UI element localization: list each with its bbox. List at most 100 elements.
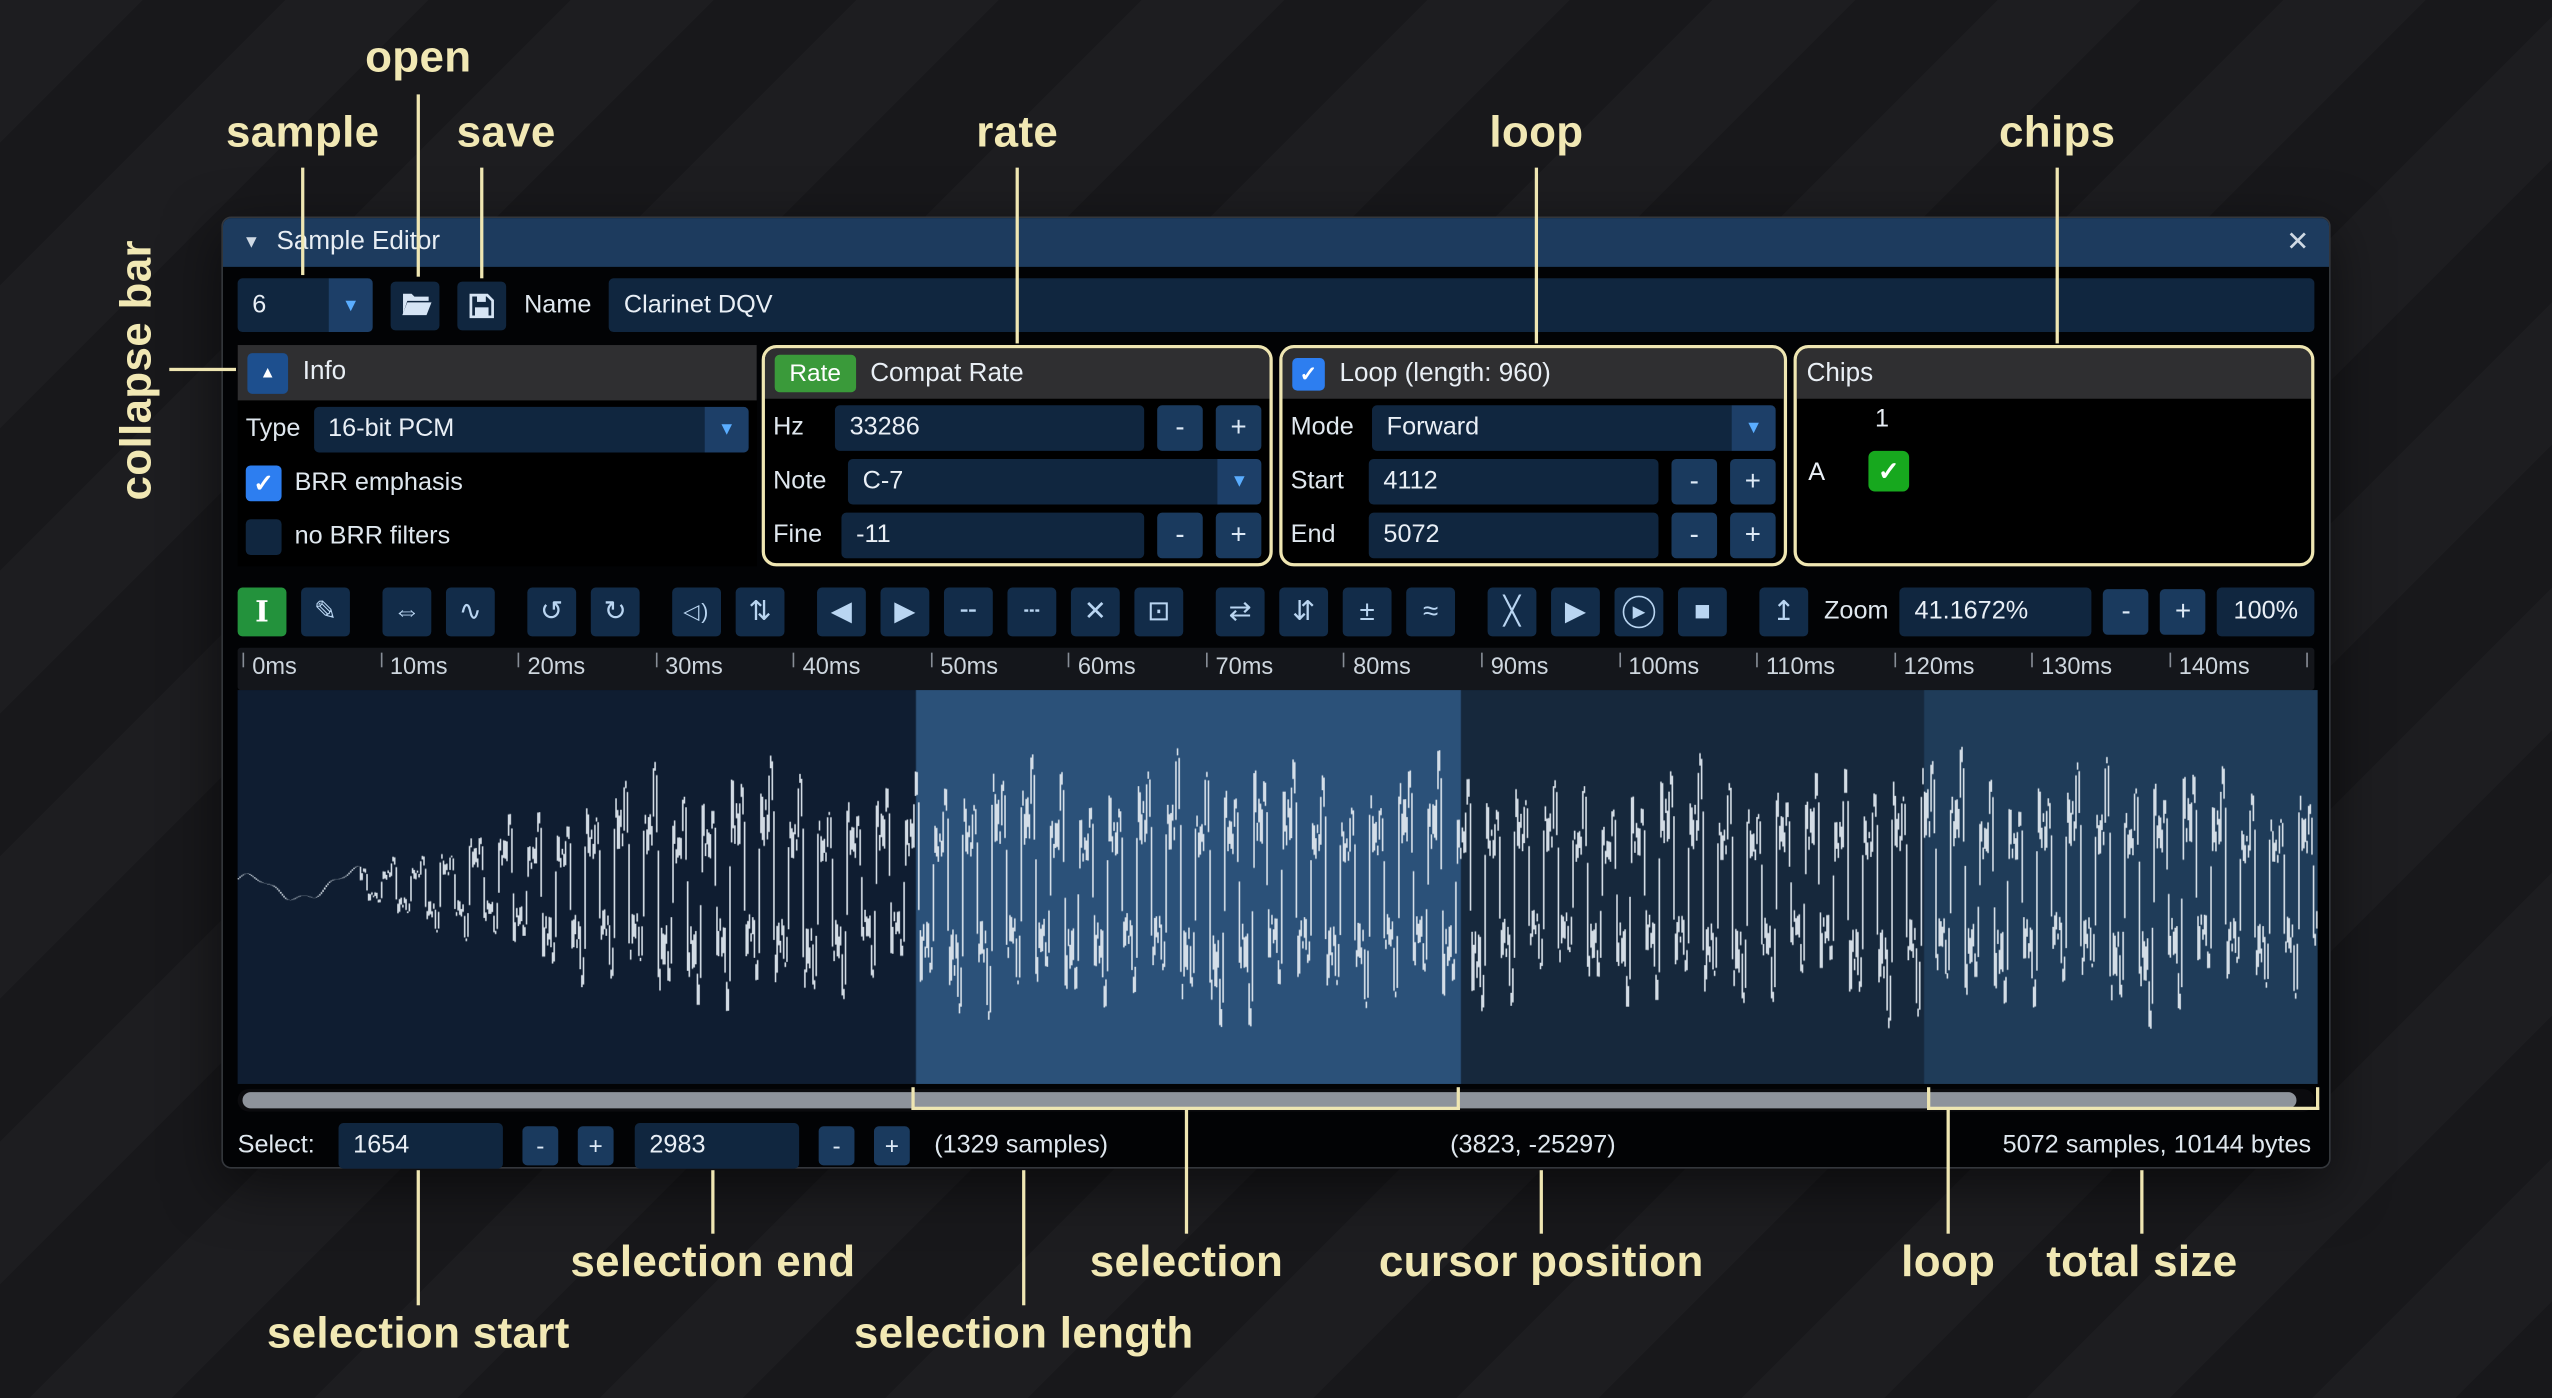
insert-silence-button[interactable]: ╌ xyxy=(944,588,993,637)
zoom-value: 41.1672% xyxy=(1915,597,2029,626)
note-value: C-7 xyxy=(863,467,904,496)
fade-in-button[interactable]: ◀ xyxy=(817,588,866,637)
undo-button[interactable]: ↺ xyxy=(527,588,576,637)
status-bar: Select: 1654 - + 2983 - + (1329 samples)… xyxy=(238,1121,2315,1170)
loop-end-minus-button[interactable]: - xyxy=(1671,513,1717,559)
save-button[interactable] xyxy=(457,281,506,330)
resample-button[interactable]: ∿ xyxy=(446,588,495,637)
chevron-down-icon[interactable]: ▼ xyxy=(329,278,373,332)
name-label: Name xyxy=(524,291,591,320)
no-brr-filters-checkbox[interactable] xyxy=(246,519,282,555)
chevron-down-icon[interactable]: ▼ xyxy=(1217,459,1261,505)
waveform-canvas[interactable] xyxy=(238,690,2318,1084)
close-icon[interactable]: ✕ xyxy=(2286,226,2309,259)
selection-start-input[interactable]: 1654 xyxy=(339,1123,503,1169)
timeline-ruler[interactable]: 0ms10ms20ms30ms40ms50ms60ms70ms80ms90ms1… xyxy=(238,648,2315,690)
trim-button[interactable]: ⊡ xyxy=(1134,588,1183,637)
check-icon: ✓ xyxy=(1878,455,1900,488)
stop-preview-button[interactable]: ■ xyxy=(1678,588,1727,637)
preview-selection-icon: ▶ xyxy=(1623,596,1656,629)
crossfade-icon: ╳ xyxy=(1504,596,1521,629)
loop-end-plus-button[interactable]: + xyxy=(1730,513,1776,559)
annotation-selection-length: selection length xyxy=(845,1309,1203,1359)
note-dropdown[interactable]: C-7 ▼ xyxy=(848,459,1261,505)
signed-unsigned-button[interactable]: ± xyxy=(1343,588,1392,637)
amplify-button[interactable]: ◁) xyxy=(672,588,721,637)
crossfade-button[interactable]: ╳ xyxy=(1488,588,1537,637)
titlebar[interactable]: ▼ Sample Editor ✕ xyxy=(223,218,2329,267)
sample-editor-window: ▼ Sample Editor ✕ 6 ▼ xyxy=(221,216,2330,1168)
hz-minus-button[interactable]: - xyxy=(1157,405,1203,451)
redo-button[interactable]: ↻ xyxy=(591,588,640,637)
selection-start-plus-button[interactable]: + xyxy=(578,1126,614,1165)
preview-selection-button[interactable]: ▶ xyxy=(1615,588,1664,637)
open-button[interactable] xyxy=(391,281,440,330)
loop-start-plus-button[interactable]: + xyxy=(1730,459,1776,505)
loop-start-label: Start xyxy=(1291,467,1356,496)
chip-enable-checkbox[interactable]: ✓ xyxy=(1868,451,1909,492)
fine-plus-button[interactable]: + xyxy=(1216,513,1262,559)
sample-number-dropdown[interactable]: 6 ▼ xyxy=(238,278,373,332)
loop-enable-checkbox[interactable]: ✓ xyxy=(1292,357,1325,390)
chips-header-label: Chips xyxy=(1807,359,1874,388)
apply-filter-button[interactable]: ≈ xyxy=(1406,588,1455,637)
zoom-minus-button[interactable]: - xyxy=(2103,589,2149,635)
amplify-icon: ◁) xyxy=(683,599,710,625)
timeline-tick: 150 xyxy=(2307,648,2315,690)
brr-emphasis-checkbox[interactable]: ✓ xyxy=(246,465,282,501)
fade-out-button[interactable]: ▶ xyxy=(881,588,930,637)
edit-draw-icon: ✎ xyxy=(314,596,337,629)
annotation-total-size: total size xyxy=(1963,1237,2321,1287)
loop-header: ✓ Loop (length: 960) xyxy=(1283,348,1784,398)
timeline-tick: 50ms xyxy=(931,648,998,690)
loop-start-minus-button[interactable]: - xyxy=(1671,459,1717,505)
normalize-button[interactable]: ⇅ xyxy=(736,588,785,637)
chips-panel: Chips 1 A ✓ xyxy=(1794,345,2315,566)
loop-start-input[interactable]: 4112 xyxy=(1369,459,1659,505)
check-icon: ✓ xyxy=(1300,361,1318,387)
delete-button[interactable]: ✕ xyxy=(1071,588,1120,637)
annotation-line-chips xyxy=(2056,168,2059,344)
timeline-tick: 110ms xyxy=(1756,648,1835,690)
selection-start-minus-button[interactable]: - xyxy=(522,1126,558,1165)
invert-button[interactable]: ⇵ xyxy=(1279,588,1328,637)
zoom-plus-button[interactable]: + xyxy=(2160,589,2206,635)
loop-bracket-stem xyxy=(1947,1108,1950,1233)
upload-to-chip-icon: ↥ xyxy=(1772,596,1795,629)
selection-end-input[interactable]: 2983 xyxy=(635,1123,799,1169)
zoom-reset-button[interactable]: 100% xyxy=(2217,588,2314,637)
total-size-text: 5072 samples, 10144 bytes xyxy=(2003,1121,2312,1170)
timeline-tick: 10ms xyxy=(380,648,447,690)
upload-to-chip-button[interactable]: ↥ xyxy=(1759,588,1808,637)
annotation-rate: rate xyxy=(920,107,1115,157)
annotation-line-rate xyxy=(1016,168,1019,344)
selection-end-plus-button[interactable]: + xyxy=(874,1126,910,1165)
collapse-bar-button[interactable]: ▲ xyxy=(247,352,288,393)
redo-icon: ↻ xyxy=(604,596,627,629)
info-header-label: Info xyxy=(303,358,346,387)
selection-end-minus-button[interactable]: - xyxy=(819,1126,855,1165)
loop-end-input[interactable]: 5072 xyxy=(1369,513,1659,559)
annotation-line-total-size xyxy=(2140,1170,2143,1233)
loop-mode-dropdown[interactable]: Forward ▼ xyxy=(1372,405,1776,451)
edit-draw-button[interactable]: ✎ xyxy=(301,588,350,637)
type-dropdown[interactable]: 16-bit PCM ▼ xyxy=(313,407,748,453)
rate-badge: Rate xyxy=(775,355,856,392)
hz-input[interactable]: 33286 xyxy=(835,405,1144,451)
hz-plus-button[interactable]: + xyxy=(1216,405,1262,451)
annotation-sample: sample xyxy=(173,107,433,157)
chevron-down-icon[interactable]: ▼ xyxy=(705,407,749,453)
fine-minus-button[interactable]: - xyxy=(1157,513,1203,559)
timeline-tick: 80ms xyxy=(1343,648,1410,690)
hz-value: 33286 xyxy=(850,413,920,442)
edit-select-button[interactable]: I xyxy=(238,588,287,637)
chevron-down-icon[interactable]: ▼ xyxy=(1732,405,1776,451)
preview-button[interactable]: ▶ xyxy=(1551,588,1600,637)
reverse-button[interactable]: ⇄ xyxy=(1216,588,1265,637)
stop-preview-icon: ■ xyxy=(1694,596,1711,629)
window-collapse-icon[interactable]: ▼ xyxy=(243,233,261,253)
zoom-input[interactable]: 41.1672% xyxy=(1900,588,2092,637)
apply-silence-button[interactable]: ┄ xyxy=(1007,588,1056,637)
fine-input[interactable]: -11 xyxy=(841,513,1144,559)
resize-button[interactable]: ⇔ xyxy=(382,588,431,637)
